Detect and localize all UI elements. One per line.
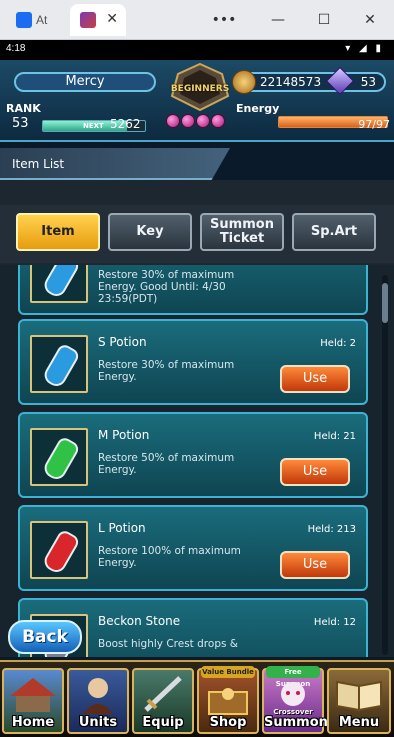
item-icon-frame <box>30 428 88 486</box>
potion-icon <box>40 435 82 483</box>
close-window-icon[interactable]: ✕ <box>356 8 384 32</box>
orb-row <box>166 114 236 130</box>
item-held-count: Held: 213 <box>307 524 356 535</box>
gil-value: 22148573 <box>260 75 322 89</box>
summon-badge: Free Summon <box>266 666 320 688</box>
item-description: Restore 30% of maximum Energy. <box>98 359 235 383</box>
maximize-icon[interactable]: ☐ <box>310 8 338 32</box>
orb-icon <box>196 114 210 128</box>
tab-label: At <box>36 13 48 27</box>
category-tabs: Item Key Summon Ticket Sp.Art <box>0 205 394 263</box>
shop-badge: Value Bundle <box>201 666 255 678</box>
tab-key[interactable]: Key <box>108 213 192 251</box>
tab-other-app[interactable]: At <box>6 4 64 36</box>
nav-summon[interactable]: Free Summon Crossover Summon <box>262 666 328 734</box>
list-item: L Potion Held: 213 Restore 100% of maxim… <box>18 505 368 591</box>
use-button[interactable]: Use <box>280 365 350 393</box>
energy-label: Energy <box>236 102 280 115</box>
nav-menu[interactable]: Menu <box>327 668 391 734</box>
potion-icon <box>40 528 82 576</box>
energy-value: 97/97 <box>358 118 390 131</box>
list-item: Restore 30% of maximum Energy. Good Unti… <box>18 265 368 315</box>
more-options-icon[interactable]: ••• <box>210 8 238 32</box>
emblem-label: BEGINNERS <box>170 84 230 94</box>
item-icon-frame <box>30 265 88 303</box>
nav-label: Units <box>78 715 118 730</box>
player-name[interactable]: Mercy <box>14 72 156 92</box>
treasure-chest-icon <box>208 688 248 715</box>
orb-icon <box>166 114 180 128</box>
house-icon <box>10 678 56 712</box>
item-held-count: Held: 12 <box>313 617 356 628</box>
device-status-bar: 4:18 ▾ ◢ ▮ <box>0 40 394 60</box>
page-title-strip: Item List <box>0 148 230 180</box>
nav-label: Summon <box>264 715 328 730</box>
nav-home[interactable]: Home <box>2 668 64 734</box>
use-button[interactable]: Use <box>280 551 350 579</box>
potion-icon <box>40 265 82 300</box>
item-description: Restore 50% of maximum Energy. <box>98 452 235 476</box>
rank-value: 53 <box>12 116 29 131</box>
item-description: Restore 100% of maximum Energy. <box>98 545 241 569</box>
nav-label: Shop <box>209 715 247 730</box>
item-name: M Potion <box>98 428 150 442</box>
character-icon <box>83 678 113 714</box>
list-item: S Potion Held: 2 Restore 30% of maximum … <box>18 319 368 405</box>
status-time: 4:18 <box>6 43 26 54</box>
item-held-count: Held: 2 <box>320 338 356 349</box>
app-favicon-icon <box>16 12 32 28</box>
item-description: Boost highly Crest drops & <box>98 638 238 650</box>
close-tab-icon[interactable]: ✕ <box>106 11 118 27</box>
item-list[interactable]: Restore 30% of maximum Energy. Good Unti… <box>0 265 394 657</box>
use-button[interactable]: Use <box>280 458 350 486</box>
item-icon-frame <box>30 521 88 579</box>
nav-equip[interactable]: Equip <box>132 668 194 734</box>
app-root: At ✕ ••• — ☐ ✕ 4:18 ▾ ◢ ▮ Mercy BEGINNER… <box>0 0 394 737</box>
tab-sp-art[interactable]: Sp.Art <box>292 213 376 251</box>
nav-label: Home <box>11 715 55 730</box>
list-item: M Potion Held: 21 Restore 50% of maximum… <box>18 412 368 498</box>
item-name: L Potion <box>98 521 146 535</box>
item-held-count: Held: 21 <box>313 431 356 442</box>
rank-label: RANK <box>6 102 41 115</box>
back-button[interactable]: Back <box>8 620 82 654</box>
item-name: S Potion <box>98 335 147 349</box>
potion-icon <box>40 342 82 390</box>
player-header: Mercy BEGINNERS 22148573 53 RANK 53 NEXT… <box>0 60 394 142</box>
browser-chrome: At ✕ ••• — ☐ ✕ <box>0 0 394 40</box>
nav-shop[interactable]: Value Bundle Shop <box>197 666 259 734</box>
item-icon-frame <box>30 335 88 393</box>
minimize-icon[interactable]: — <box>264 8 292 32</box>
tab-item[interactable]: Item <box>16 213 100 251</box>
exp-remaining: 5262 <box>110 117 141 131</box>
item-description: Restore 30% of maximum Energy. Good Unti… <box>98 269 235 305</box>
lapis-gem-icon <box>325 66 355 96</box>
tab-game[interactable]: ✕ <box>70 4 126 36</box>
list-scrollbar[interactable] <box>382 275 388 655</box>
exp-next-label: NEXT <box>83 122 104 130</box>
page-title: Item List <box>12 157 65 171</box>
nav-units[interactable]: Units <box>67 668 129 734</box>
gem-value: 53 <box>360 75 376 89</box>
gil-coin-icon <box>232 70 256 94</box>
status-icons: ▾ ◢ ▮ <box>345 43 384 54</box>
game-favicon-icon <box>80 12 96 28</box>
item-name: Beckon Stone <box>98 614 181 628</box>
orb-icon <box>181 114 195 128</box>
beginners-emblem[interactable]: BEGINNERS <box>162 62 238 112</box>
tab-summon-ticket[interactable]: Summon Ticket <box>200 213 284 251</box>
nav-label: Equip <box>142 715 184 730</box>
sword-icon <box>144 676 182 712</box>
scrollbar-thumb[interactable] <box>382 283 388 323</box>
nav-label: Menu <box>338 715 380 730</box>
bottom-nav: Home Units Equip Value Bundle Shop Free … <box>0 660 394 737</box>
currency-bar[interactable]: 22148573 53 <box>232 66 386 96</box>
orb-icon <box>211 114 225 128</box>
book-icon <box>336 680 382 712</box>
